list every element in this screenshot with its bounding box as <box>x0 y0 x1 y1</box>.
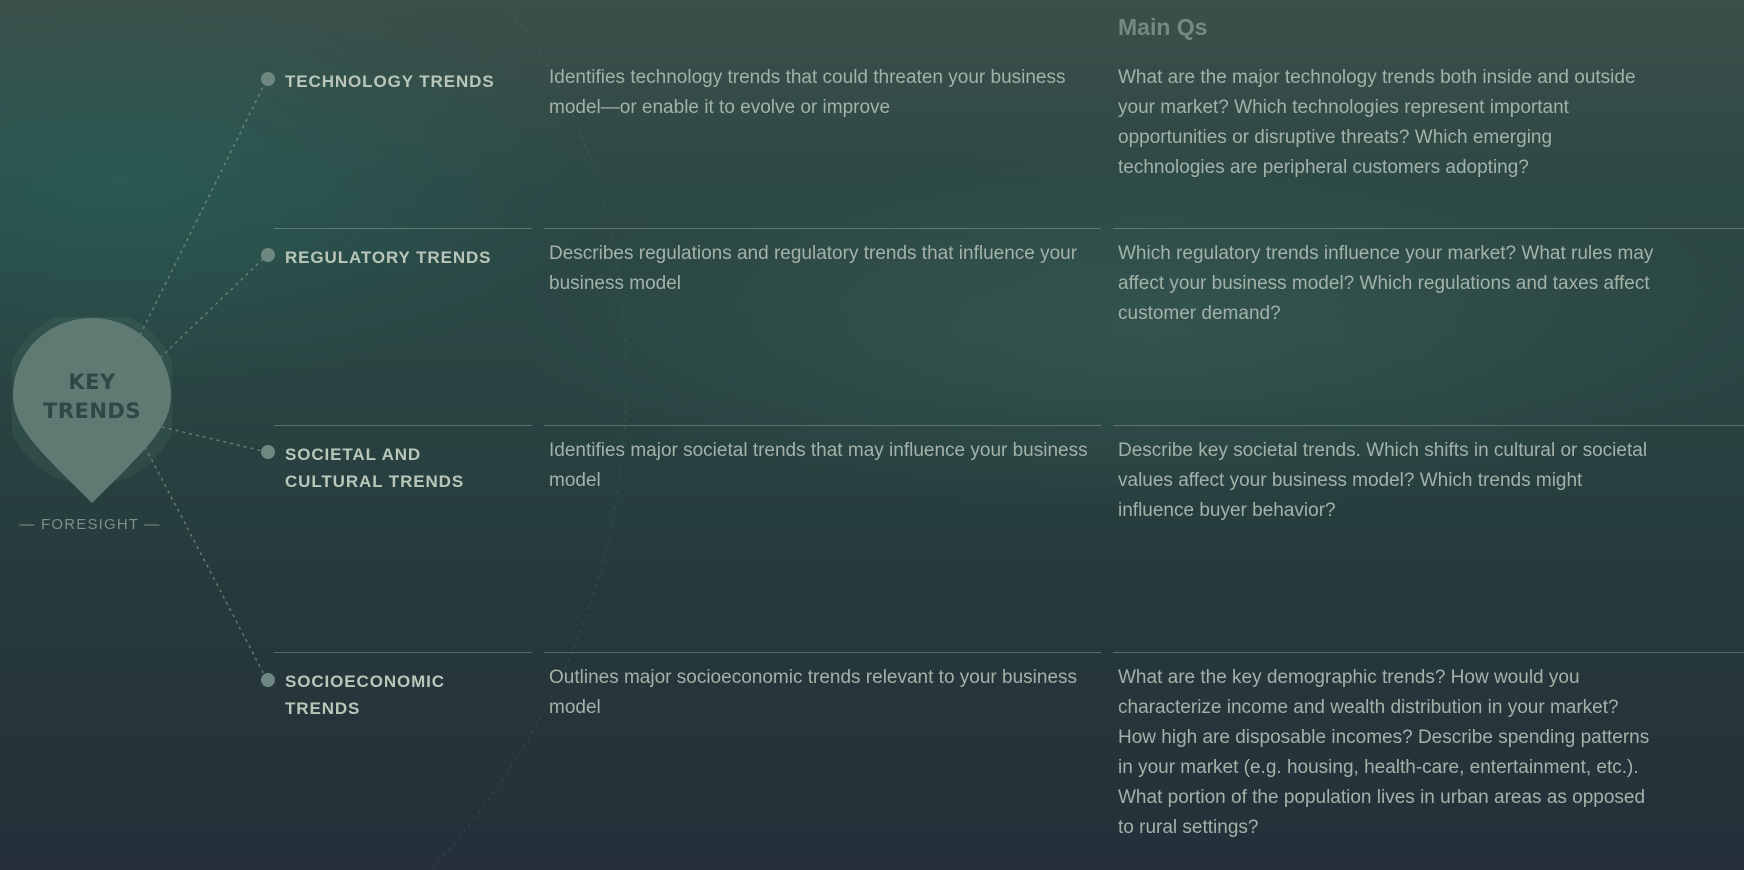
row-divider <box>544 652 1101 653</box>
trend-label: SOCIETAL AND CULTURAL TRENDS <box>285 445 465 491</box>
bullet-dot <box>261 445 275 459</box>
trend-questions: Which regulatory trends influence your m… <box>1118 243 1654 324</box>
trend-description: Describes regulations and regulatory tre… <box>549 243 1078 294</box>
trend-label: REGULATORY TRENDS <box>285 248 492 267</box>
row-divider <box>274 228 532 229</box>
trend-description: Outlines major socioeconomic trends rele… <box>549 667 1078 718</box>
pin-title-line2: TRENDS <box>43 399 141 423</box>
row-divider <box>544 228 1101 229</box>
connector-technology <box>139 78 268 336</box>
trend-description: Identifies major societal trends that ma… <box>549 440 1088 491</box>
pin-title: KEY TRENDS <box>12 368 172 426</box>
questions-column-title: Main Qs <box>1118 14 1208 40</box>
trend-label: TECHNOLOGY TRENDS <box>285 72 495 91</box>
row-divider <box>1113 652 1744 653</box>
connector-societal <box>161 426 268 453</box>
pin-title-line1: KEY <box>68 370 116 394</box>
trend-label: SOCIOECONOMIC TRENDS <box>285 672 445 718</box>
trend-questions: Describe key societal trends. Which shif… <box>1118 440 1648 521</box>
row-divider <box>1113 228 1744 229</box>
trend-questions: What are the key demographic trends? How… <box>1118 667 1650 838</box>
foresight-caption: — FORESIGHT — <box>19 516 161 533</box>
row-divider <box>274 425 532 426</box>
connector-regulatory <box>159 254 268 359</box>
key-trends-diagram: KEY TRENDS — FORESIGHT — Main Qs TECHNOL… <box>0 0 1744 870</box>
background-arc <box>429 0 628 870</box>
bullet-dot <box>261 673 275 687</box>
row-divider <box>544 425 1101 426</box>
row-divider <box>1113 425 1744 426</box>
bullet-dot <box>261 72 275 86</box>
trend-questions: What are the major technology trends bot… <box>1118 67 1636 178</box>
trend-description: Identifies technology trends that could … <box>549 67 1066 118</box>
row-divider <box>274 652 532 653</box>
bullet-dot <box>261 248 275 262</box>
